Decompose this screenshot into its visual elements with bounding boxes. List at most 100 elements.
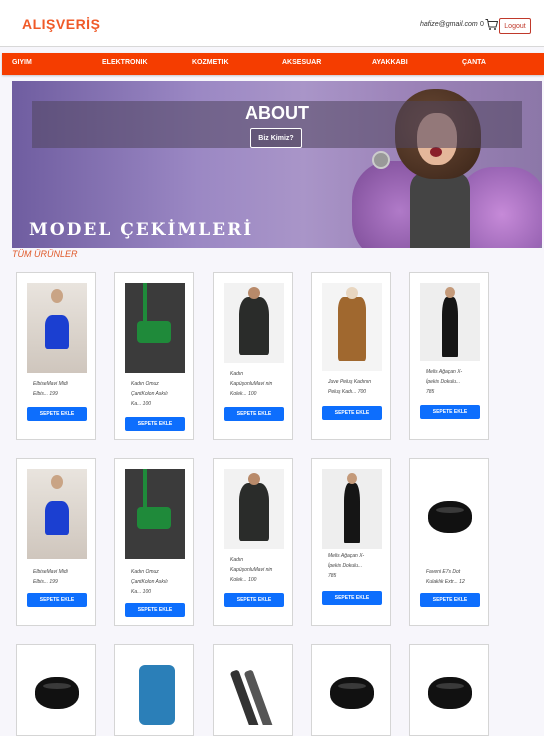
cart-icon[interactable] xyxy=(485,18,498,31)
product-name-line1: ElbiseMavi Midi xyxy=(33,569,68,575)
add-to-cart-button[interactable]: SEPETE EKLE xyxy=(322,591,382,605)
product-card[interactable] xyxy=(213,644,293,736)
bdress-head xyxy=(445,287,455,298)
product-image[interactable] xyxy=(420,655,480,725)
product-image[interactable] xyxy=(322,469,382,549)
nav-item-elektronik[interactable]: ELEKTRONIK xyxy=(102,59,148,66)
phone-body xyxy=(139,665,175,725)
product-image[interactable] xyxy=(125,469,185,559)
bdress-body xyxy=(344,483,360,543)
product-image[interactable] xyxy=(27,283,87,373)
product-card[interactable] xyxy=(311,644,391,736)
product-card[interactable]: Melis Ağaçan X- İpekis Dokulu... 785 SEP… xyxy=(409,272,489,440)
earbuds-case xyxy=(428,677,472,709)
product-image[interactable] xyxy=(420,479,480,561)
coat-body xyxy=(239,483,269,541)
category-nav: GIYIM ELEKTRONIK KOZMETIK AKSESUAR AYAKK… xyxy=(2,53,544,75)
earbuds-shine xyxy=(436,507,464,513)
product-card[interactable] xyxy=(409,644,489,736)
coat-body xyxy=(239,297,269,355)
product-card[interactable]: ElbiseMavi Midi Elbis... 199 SEPETE EKLE xyxy=(16,272,96,440)
product-name-line1: Melis Ağaçan X- xyxy=(328,553,365,559)
user-email: hafize@gmail.com xyxy=(420,21,478,28)
product-card[interactable]: Kadın Omuz ÇantKolon Askılı Ka... 100 SE… xyxy=(114,458,194,626)
product-name: Kadın KapüşonluMavi nin Kolek... 100 xyxy=(230,369,288,399)
hero-model-ring xyxy=(372,151,390,169)
add-to-cart-button[interactable]: SEPETE EKLE xyxy=(322,406,382,420)
add-to-cart-button[interactable]: SEPETE EKLE xyxy=(224,407,284,421)
add-to-cart-button[interactable]: SEPETE EKLE xyxy=(224,593,284,607)
product-name: Melis Ağaçan X- İpekis Dokulu... 785 xyxy=(328,551,386,581)
nav-item-kozmetik[interactable]: KOZMETIK xyxy=(192,59,229,66)
camel-body xyxy=(338,297,366,361)
product-name: Melis Ağaçan X- İpekis Dokulu... 785 xyxy=(426,367,484,397)
product-name-line2: ÇantKolon Askılı xyxy=(131,579,168,585)
logout-button[interactable]: Logout xyxy=(499,18,531,34)
product-name-line1: Kadın Omuz xyxy=(131,381,159,387)
about-button[interactable]: Biz Kimiz? xyxy=(250,128,302,148)
product-image[interactable] xyxy=(125,283,185,373)
product-name-line3: 785 xyxy=(328,573,337,579)
product-card[interactable]: Juve Peluş Kadının Peluş Kadı... 700 SEP… xyxy=(311,272,391,440)
product-name-line1: Melis Ağaçan X- xyxy=(426,369,463,375)
product-name-line2: İpekis Dokulu... xyxy=(328,563,363,569)
brand-logo[interactable]: ALIŞVERİŞ xyxy=(22,16,100,32)
bag-body xyxy=(137,507,171,529)
hero-caption: MODEL ÇEKİMLERİ xyxy=(29,220,254,240)
nav-item-giyim[interactable]: GIYIM xyxy=(12,59,32,66)
product-name-line3: 785 xyxy=(426,389,435,395)
product-image[interactable] xyxy=(322,655,382,725)
product-name-line2: KapüşonluMavi nin xyxy=(230,567,273,573)
bdress-head xyxy=(347,473,357,484)
product-name-line2: İpekis Dokulu... xyxy=(426,379,461,385)
product-name: Faveni E7s Dot Kulaklık Extr... 12 xyxy=(426,567,484,587)
earbuds-case xyxy=(428,501,472,533)
camel-head xyxy=(346,287,358,299)
earbuds-shine xyxy=(436,683,464,689)
nav-item-canta[interactable]: ÇANTA xyxy=(462,59,486,66)
hero-model-mouth xyxy=(430,147,442,157)
cart-count: 0 xyxy=(480,21,484,28)
product-card[interactable]: Faveni E7s Dot Kulaklık Extr... 12 SEPET… xyxy=(409,458,489,626)
add-to-cart-button[interactable]: SEPETE EKLE xyxy=(420,593,480,607)
product-name-line3: Ka... 100 xyxy=(131,401,152,407)
coat-head xyxy=(248,287,260,299)
nav-item-ayakkabi[interactable]: AYAKKABI xyxy=(372,59,408,66)
add-to-cart-button[interactable]: SEPETE EKLE xyxy=(125,417,185,431)
product-card[interactable]: Kadın KapüşonluMavi nin Kolek... 100 SEP… xyxy=(213,458,293,626)
product-name: Kadın Omuz ÇantKolon Askılı Ka... 100 xyxy=(131,379,189,409)
product-card[interactable]: Kadın KapüşonluMavi nin Kolek... 100 SEP… xyxy=(213,272,293,440)
product-card[interactable] xyxy=(114,644,194,736)
product-image[interactable] xyxy=(27,655,87,725)
coat-head xyxy=(248,473,260,485)
bdress-body xyxy=(442,297,458,357)
product-card[interactable] xyxy=(16,644,96,736)
product-card[interactable]: Melis Ağaçan X- İpekis Dokulu... 785 SEP… xyxy=(311,458,391,626)
product-name: Kadın Omuz ÇantKolon Askılı Ka... 100 xyxy=(131,567,189,597)
product-card[interactable]: Kadın Omuz ÇantKolon Askılı Ka... 100 SE… xyxy=(114,272,194,440)
bag-body xyxy=(137,321,171,343)
add-to-cart-button[interactable]: SEPETE EKLE xyxy=(27,407,87,421)
product-name-line2: Kulaklık Extr... 12 xyxy=(426,579,465,585)
product-image[interactable] xyxy=(27,469,87,559)
product-image[interactable] xyxy=(224,283,284,363)
product-image[interactable] xyxy=(322,283,382,371)
product-image[interactable] xyxy=(125,655,185,725)
nav-item-aksesuar[interactable]: AKSESUAR xyxy=(282,59,321,66)
add-to-cart-button[interactable]: SEPETE EKLE xyxy=(420,405,480,419)
earbuds-case xyxy=(35,677,79,709)
add-to-cart-button[interactable]: SEPETE EKLE xyxy=(125,603,185,617)
product-image[interactable] xyxy=(224,469,284,549)
hero-banner: ABOUT Biz Kimiz? MODEL ÇEKİMLERİ xyxy=(12,81,542,248)
product-card[interactable]: ElbiseMavi Midi Elbis... 199 SEPETE EKLE xyxy=(16,458,96,626)
product-name-line1: ElbiseMavi Midi xyxy=(33,381,68,387)
dress-head xyxy=(51,289,63,303)
product-image[interactable] xyxy=(224,655,284,725)
earbuds-shine xyxy=(338,683,366,689)
product-name-line2: Elbis... 199 xyxy=(33,579,58,585)
about-title: ABOUT xyxy=(245,103,309,123)
bag-strap xyxy=(143,469,147,509)
dress-head xyxy=(51,475,63,489)
add-to-cart-button[interactable]: SEPETE EKLE xyxy=(27,593,87,607)
product-image[interactable] xyxy=(420,283,480,361)
